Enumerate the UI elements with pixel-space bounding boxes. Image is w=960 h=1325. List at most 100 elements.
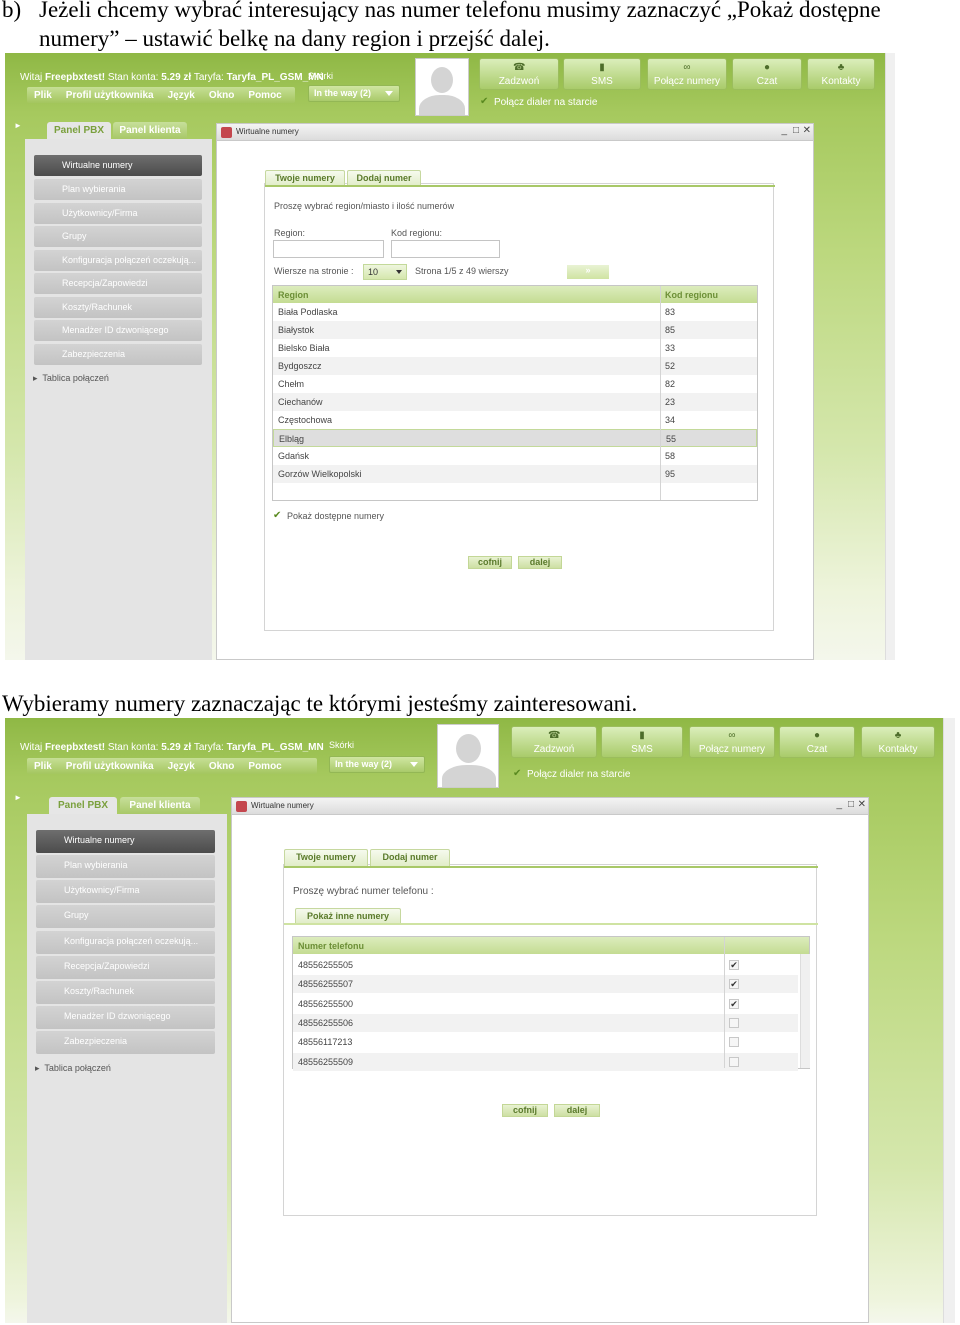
call-button[interactable]: ☎ Zadzwoń	[479, 58, 559, 90]
sidebar-item-grupy[interactable]: Grupy	[34, 226, 202, 247]
minimize-icon[interactable]: _	[836, 799, 842, 810]
tab-panel-klienta[interactable]: Panel klienta	[120, 797, 200, 814]
table-row[interactable]: Chełm 82	[273, 375, 757, 393]
sidebar-item-wirtualne-numery[interactable]: Wirtualne numery	[34, 155, 202, 176]
close-icon[interactable]: ✕	[858, 799, 866, 810]
tab-dodaj-numer[interactable]: Dodaj numer	[347, 170, 421, 186]
sidebar-item-wirtualne-numery[interactable]: Wirtualne numery	[36, 830, 215, 853]
rows-per-page-select[interactable]: 10	[363, 264, 407, 280]
tab-twoje-numery[interactable]: Twoje numery	[265, 170, 345, 186]
table-row[interactable]: Bydgoszcz 52	[273, 357, 757, 375]
connect-numbers-button[interactable]: ∞ Połącz numery	[689, 726, 775, 758]
dialer-checkbox[interactable]: ✔	[513, 769, 523, 779]
menu-pomoc[interactable]: Pomoc	[241, 90, 288, 101]
table-row[interactable]: Bielsko Biała 33	[273, 339, 757, 357]
sidebar-item-recepcja[interactable]: Recepcja/Zapowiedzi	[36, 956, 215, 979]
table-row[interactable]: 48556255506	[293, 1013, 798, 1032]
select-number-checkbox[interactable]	[729, 1056, 739, 1067]
tree-item-tablica[interactable]: ▸ Tablica połączeń	[35, 1063, 111, 1074]
back-button[interactable]: cofnij	[468, 556, 512, 569]
table-row[interactable]: Białystok 85	[273, 321, 757, 339]
menu-profil[interactable]: Profil użytkownika	[59, 761, 161, 772]
sidebar-item-uzytkownicy[interactable]: Użytkownicy/Firma	[34, 203, 202, 224]
tab-twoje-numery[interactable]: Twoje numery	[284, 849, 368, 866]
menu-okno[interactable]: Okno	[202, 90, 242, 101]
next-button[interactable]: dalej	[554, 1104, 600, 1117]
sidebar-item-plan-wybierania[interactable]: Plan wybierania	[36, 855, 215, 878]
table-row[interactable]: 48556117213	[293, 1033, 798, 1051]
window-titlebar: Wirtualne numery _ □ ✕	[217, 124, 813, 141]
contacts-button[interactable]: ♣ Kontakty	[807, 58, 875, 90]
minimize-icon[interactable]: _	[781, 125, 787, 136]
maximize-icon[interactable]: □	[848, 799, 854, 810]
sidebar-item-zabezpieczenia[interactable]: Zabezpieczenia	[36, 1031, 215, 1054]
sidebar-item-konfiguracja[interactable]: Konfiguracja połączeń oczekują...	[36, 931, 215, 954]
menu-jezyk[interactable]: Język	[161, 90, 202, 101]
skin-select[interactable]: In the way (2)	[329, 756, 425, 773]
sidebar-item-grupy[interactable]: Grupy	[36, 905, 215, 928]
next-page-button[interactable]: »	[567, 265, 609, 279]
menu-okno[interactable]: Okno	[202, 761, 242, 772]
tab-panel-pbx[interactable]: Panel PBX	[49, 797, 117, 814]
back-button[interactable]: cofnij	[502, 1104, 548, 1117]
menu-profil[interactable]: Profil użytkownika	[59, 90, 161, 101]
tab-panel-klienta[interactable]: Panel klienta	[113, 122, 187, 139]
maximize-icon[interactable]: □	[793, 125, 799, 136]
contacts-button[interactable]: ♣ Kontakty	[861, 726, 935, 758]
select-number-checkbox[interactable]: ✔	[729, 998, 739, 1009]
sidebar-item-recepcja[interactable]: Recepcja/Zapowiedzi	[34, 273, 202, 294]
link-icon: ∞	[728, 730, 736, 741]
region-code-input[interactable]	[391, 240, 500, 258]
show-available-label: Pokaż dostępne numery	[287, 511, 385, 521]
table-row[interactable]: 48556255505 ✔	[293, 956, 798, 974]
tab-panel-pbx[interactable]: Panel PBX	[47, 122, 111, 139]
sidebar-item-zabezpieczenia[interactable]: Zabezpieczenia	[34, 344, 202, 365]
tab-dodaj-numer[interactable]: Dodaj numer	[370, 849, 450, 866]
table-row[interactable]: 48556255509	[293, 1052, 798, 1071]
collapse-arrow-icon[interactable]: ►	[14, 793, 22, 802]
sidebar-item-uzytkownicy[interactable]: Użytkownicy/Firma	[36, 880, 215, 903]
table-row[interactable]: 48556255507 ✔	[293, 975, 798, 994]
skins-label: Skórki	[308, 71, 334, 81]
select-number-checkbox[interactable]	[729, 1037, 739, 1048]
table-row[interactable]: Biała Podlaska 83	[273, 303, 757, 321]
table-row[interactable]: 48556255500 ✔	[293, 995, 798, 1013]
sms-button[interactable]: ▮ SMS	[563, 58, 641, 90]
rows-per-page-label: Wiersze na stronie :	[274, 266, 354, 276]
table-row[interactable]: Częstochowa 34	[273, 411, 757, 429]
sidebar-item-koszty[interactable]: Koszty/Rachunek	[36, 981, 215, 1004]
outer-scrollbar[interactable]	[943, 718, 955, 1323]
menu-jezyk[interactable]: Język	[161, 761, 202, 772]
dialer-checkbox[interactable]: ✔	[480, 97, 490, 107]
table-row[interactable]: Gorzów Wielkopolski 95	[273, 465, 757, 483]
table-row[interactable]: Elbląg 55	[273, 429, 757, 447]
region-input[interactable]	[273, 240, 384, 258]
sidebar-item-plan-wybierania[interactable]: Plan wybierania	[34, 179, 202, 200]
sidebar-item-koszty[interactable]: Koszty/Rachunek	[34, 297, 202, 318]
chat-button[interactable]: ● Czat	[732, 58, 802, 90]
collapse-arrow-icon[interactable]: ►	[14, 121, 22, 130]
next-button[interactable]: dalej	[518, 556, 562, 569]
tree-item-tablica[interactable]: ▸ Tablica połączeń	[33, 373, 109, 384]
show-available-checkbox[interactable]: ✔	[273, 511, 283, 521]
sidebar-item-konfiguracja[interactable]: Konfiguracja połączeń oczekują...	[34, 250, 202, 271]
menu-plik[interactable]: Plik	[27, 90, 59, 101]
select-number-checkbox[interactable]	[729, 1017, 739, 1028]
table-scrollbar[interactable]	[800, 954, 810, 1068]
sms-button[interactable]: ▮ SMS	[601, 726, 683, 758]
call-button[interactable]: ☎ Zadzwoń	[511, 726, 597, 758]
menu-plik[interactable]: Plik	[27, 761, 59, 772]
outer-scrollbar[interactable]	[885, 53, 895, 660]
show-other-numbers-button[interactable]: Pokaż inne numery	[295, 908, 401, 923]
skin-select[interactable]: In the way (2)	[308, 85, 400, 102]
connect-numbers-button[interactable]: ∞ Połącz numery	[647, 58, 727, 90]
select-number-checkbox[interactable]: ✔	[729, 960, 739, 970]
table-row[interactable]: Gdańsk 58	[273, 447, 757, 465]
sidebar-item-menadzer-id[interactable]: Menadżer ID dzwoniącego	[36, 1006, 215, 1029]
menu-pomoc[interactable]: Pomoc	[241, 761, 288, 772]
chat-button[interactable]: ● Czat	[779, 726, 855, 758]
close-icon[interactable]: ✕	[803, 125, 811, 136]
table-row[interactable]: Ciechanów 23	[273, 393, 757, 411]
select-number-checkbox[interactable]: ✔	[729, 979, 739, 990]
sidebar-item-menadzer-id[interactable]: Menadżer ID dzwoniącego	[34, 320, 202, 341]
